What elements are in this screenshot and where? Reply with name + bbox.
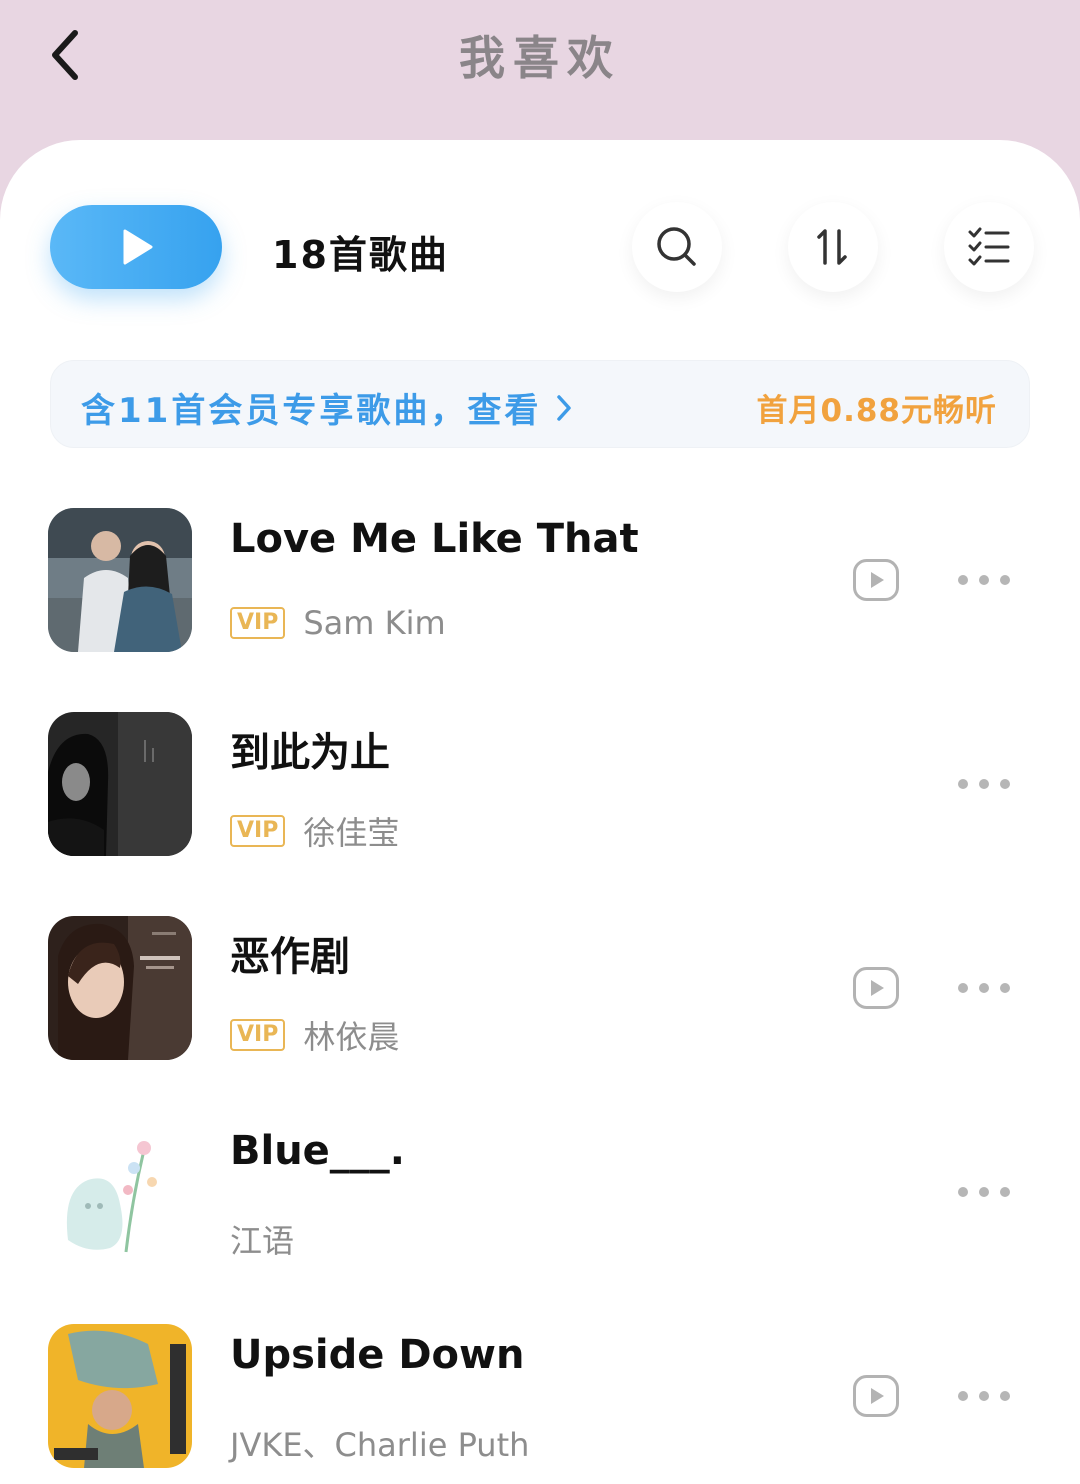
more-dot [1000,575,1010,585]
song-row[interactable]: 恶作剧 VIP 林依晨 [0,916,1080,1066]
song-meta: 江语 [230,1216,294,1262]
more-dot [979,779,989,789]
song-row[interactable]: 到此为止 VIP 徐佳莹 [0,712,1080,862]
video-play-icon [853,1375,899,1417]
more-dot [979,575,989,585]
search-icon [657,227,696,266]
song-artist: JVKE、Charlie Puth [230,1426,530,1464]
more-options-button[interactable] [958,772,1010,796]
more-options-button[interactable] [958,976,1010,1000]
more-dot [958,1187,968,1197]
song-row[interactable]: Blue___. 江语 [0,1120,1080,1270]
more-options-button[interactable] [958,1180,1010,1204]
more-dot [979,1187,989,1197]
more-dot [958,983,968,993]
batch-select-button[interactable] [944,202,1034,292]
mv-button[interactable] [852,558,900,602]
song-list-sheet: 18首歌曲 含11首会员专享歌曲，查看 首月0.88元畅听 Love Me Li… [0,140,1080,1484]
checklist-icon [968,227,1010,266]
song-artist: 江语 [230,1222,295,1260]
song-artist: Sam Kim [303,604,446,642]
song-title: Love Me Like That [230,516,639,562]
song-meta: VIP 林依晨 [230,1012,399,1058]
vip-banner-text: 含11首会员专享歌曲，查看 [81,391,542,431]
song-title: Blue___. [230,1128,405,1174]
song-title: 到此为止 [230,730,390,776]
video-play-icon [853,559,899,601]
sort-icon [817,229,847,265]
song-meta: VIP Sam Kim [230,604,446,642]
mv-button[interactable] [852,1374,900,1418]
album-cover [48,1120,192,1264]
vip-songs-banner[interactable]: 含11首会员专享歌曲，查看 首月0.88元畅听 [50,360,1030,448]
more-dot [958,1391,968,1401]
more-dot [1000,1187,1010,1197]
vip-badge: VIP [230,815,286,847]
song-row[interactable]: Love Me Like That VIP Sam Kim [0,508,1080,658]
more-dot [958,779,968,789]
search-button[interactable] [632,202,722,292]
vip-banner-left: 含11首会员专享歌曲，查看 [81,383,573,432]
video-play-icon [853,967,899,1009]
vip-promo-text: 首月0.88元畅听 [756,393,997,429]
play-icon [123,229,153,265]
mv-button[interactable] [852,966,900,1010]
song-row[interactable]: Upside Down JVKE、Charlie Puth [0,1324,1080,1474]
more-dot [958,575,968,585]
vip-badge: VIP [230,1019,286,1051]
more-dot [1000,1391,1010,1401]
sort-button[interactable] [788,202,878,292]
more-dot [979,1391,989,1401]
chevron-right-icon [557,394,572,421]
more-options-button[interactable] [958,1384,1010,1408]
page-title: 我喜欢 [459,31,621,85]
play-all-button[interactable] [50,205,222,289]
vip-badge: VIP [230,607,286,639]
more-options-button[interactable] [958,568,1010,592]
song-meta: JVKE、Charlie Puth [230,1420,529,1466]
song-title: 恶作剧 [230,934,350,980]
album-cover [48,508,192,652]
song-meta: VIP 徐佳莹 [230,808,399,854]
album-cover [48,1324,192,1468]
more-dot [1000,983,1010,993]
toolbar: 18首歌曲 [0,202,1080,292]
song-title: Upside Down [230,1332,525,1378]
song-count: 18首歌曲 [272,233,449,277]
album-cover [48,916,192,1060]
song-artist: 林依晨 [303,1018,400,1056]
more-dot [979,983,989,993]
album-cover [48,712,192,856]
more-dot [1000,779,1010,789]
top-bar: 我喜欢 [0,0,1080,140]
song-artist: 徐佳莹 [303,814,400,852]
